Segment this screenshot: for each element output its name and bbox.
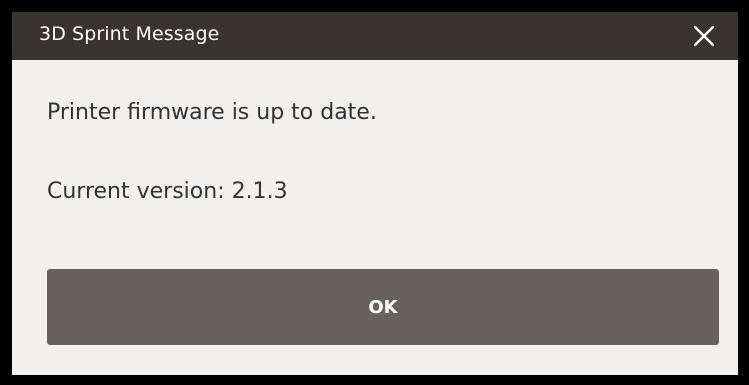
close-button[interactable] xyxy=(684,16,724,56)
dialog-titlebar: 3D Sprint Message xyxy=(12,12,738,60)
firmware-status-message: Printer firmware is up to date. xyxy=(47,100,377,125)
window-frame: 3D Sprint Message Printer firmware is up… xyxy=(0,0,749,385)
current-version-text: Current version: 2.1.3 xyxy=(47,179,288,204)
close-icon xyxy=(693,25,715,47)
ok-button[interactable]: OK xyxy=(47,269,719,345)
message-dialog: 3D Sprint Message Printer firmware is up… xyxy=(12,12,738,375)
dialog-title: 3D Sprint Message xyxy=(39,23,220,45)
